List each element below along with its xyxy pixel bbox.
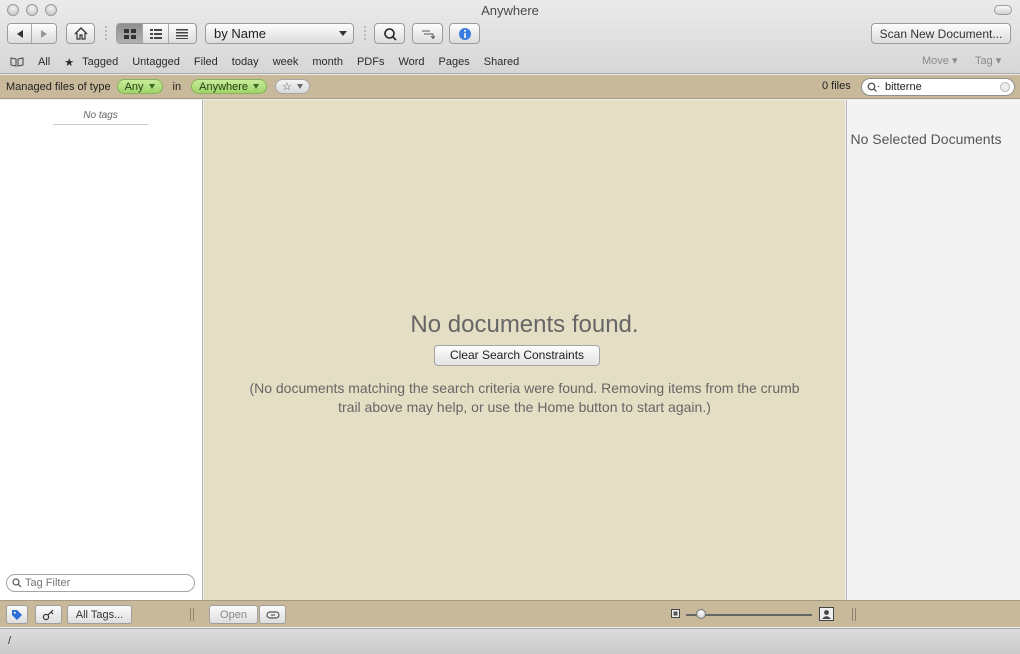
crumb-prefix: Managed files of type: [6, 80, 111, 93]
list-icon: [176, 28, 188, 39]
info-icon: [458, 27, 471, 40]
dropdown-arrow-icon: [339, 31, 347, 36]
star-icon[interactable]: ★: [64, 56, 74, 69]
filter-all[interactable]: All: [38, 56, 50, 68]
toolbar-separator: [364, 26, 366, 42]
location-pill[interactable]: Anywhere: [191, 79, 268, 94]
filter-word[interactable]: Word: [398, 56, 424, 68]
clear-search-icon[interactable]: [1000, 82, 1010, 92]
search-icon: [12, 578, 22, 588]
location-value: Anywhere: [199, 80, 249, 93]
file-document-button[interactable]: [412, 23, 443, 44]
rating-pill[interactable]: ☆: [275, 79, 310, 94]
search-field[interactable]: bitterne: [861, 78, 1015, 96]
list-view-button[interactable]: [169, 24, 195, 43]
crumb-in-label: in: [172, 80, 182, 93]
open-button[interactable]: Open: [209, 605, 258, 624]
dropdown-arrow-icon: [148, 84, 155, 89]
bottom-bar: All Tags... Open: [0, 600, 1020, 627]
list-detail-view-button[interactable]: [143, 24, 169, 43]
tag-icon: [12, 609, 22, 620]
pane-resize-handle[interactable]: [190, 608, 196, 621]
book-icon[interactable]: [10, 57, 24, 67]
forward-arrow-icon: [41, 29, 48, 38]
pane-resize-handle[interactable]: [852, 608, 858, 621]
filter-pdfs[interactable]: PDFs: [357, 56, 385, 68]
status-path: /: [8, 635, 12, 647]
home-button[interactable]: [66, 23, 95, 44]
tag-menu[interactable]: Tag ▾: [975, 54, 1001, 67]
icon-view-button[interactable]: [117, 24, 143, 43]
info-button[interactable]: [449, 23, 480, 44]
filter-tagged[interactable]: Tagged: [82, 56, 118, 68]
back-button[interactable]: [8, 24, 33, 43]
sort-order-select[interactable]: by Name: [205, 23, 354, 44]
title-toolbar: Anywhere by Name Scan New Document... Al…: [0, 0, 1020, 74]
grid-view-icon: [123, 28, 136, 39]
no-selection-label: No Selected Documents: [850, 131, 1002, 147]
filter-untagged[interactable]: Untagged: [132, 56, 180, 68]
smart-filter-bar: All ★ Tagged Untagged Filed today week m…: [0, 53, 1020, 71]
toolbar-separator: [105, 26, 107, 42]
scan-new-document-button[interactable]: Scan New Document...: [871, 23, 1011, 44]
search-icon: [867, 82, 880, 92]
detail-list-icon: [149, 28, 162, 39]
link-icon: [265, 610, 280, 619]
file-type-value: Any: [124, 80, 144, 93]
filter-pages[interactable]: Pages: [439, 56, 470, 68]
tag-relations-button[interactable]: [35, 605, 62, 624]
dropdown-arrow-icon: [296, 84, 303, 89]
filter-filed[interactable]: Filed: [194, 56, 218, 68]
filter-week[interactable]: week: [273, 56, 299, 68]
dropdown-arrow-icon: [253, 84, 260, 89]
empty-state-title: No documents found.: [410, 311, 639, 338]
all-tags-button[interactable]: All Tags...: [67, 605, 132, 624]
clear-search-constraints-button[interactable]: Clear Search Constraints: [434, 345, 600, 366]
window-title: Anywhere: [481, 3, 539, 18]
inspector-pane: No Selected Documents: [846, 100, 1020, 600]
tag-mode-button[interactable]: [6, 605, 28, 624]
key-icon: [42, 609, 53, 620]
large-thumbnail-icon: [819, 607, 834, 621]
file-count: 0 files: [822, 80, 851, 92]
filter-shared[interactable]: Shared: [484, 56, 519, 68]
empty-state-message: (No documents matching the search criter…: [249, 380, 800, 415]
view-mode-selector: [116, 23, 197, 44]
forward-button[interactable]: [32, 24, 56, 43]
tag-filter-field[interactable]: [6, 574, 195, 592]
thumbnail-size-slider-knob[interactable]: [696, 609, 706, 619]
back-arrow-icon: [16, 29, 23, 38]
quick-look-icon: [383, 27, 397, 41]
star-outline-icon: ☆: [282, 81, 292, 93]
documents-pane: No documents found. Clear Search Constra…: [204, 100, 845, 600]
quick-look-button[interactable]: [374, 23, 405, 44]
home-icon: [74, 27, 87, 40]
toolbar-toggle-button[interactable]: [994, 5, 1012, 15]
no-tags-label: No tags: [53, 110, 148, 125]
link-button[interactable]: [259, 605, 286, 624]
app-window: Anywhere by Name Scan New Document... Al…: [0, 0, 1020, 654]
move-menu[interactable]: Move ▾: [922, 54, 957, 67]
nav-back-forward: [7, 23, 57, 44]
small-thumbnail-icon: [671, 609, 680, 618]
sort-order-value: by Name: [214, 26, 267, 41]
search-value: bitterne: [885, 81, 922, 93]
tags-pane: No tags: [0, 100, 203, 600]
tag-filter-input[interactable]: [25, 577, 185, 589]
filter-today[interactable]: today: [232, 56, 259, 68]
file-arrow-icon: [421, 30, 435, 39]
file-type-pill[interactable]: Any: [116, 79, 163, 94]
filter-month[interactable]: month: [312, 56, 343, 68]
status-bar: /: [0, 628, 1020, 654]
